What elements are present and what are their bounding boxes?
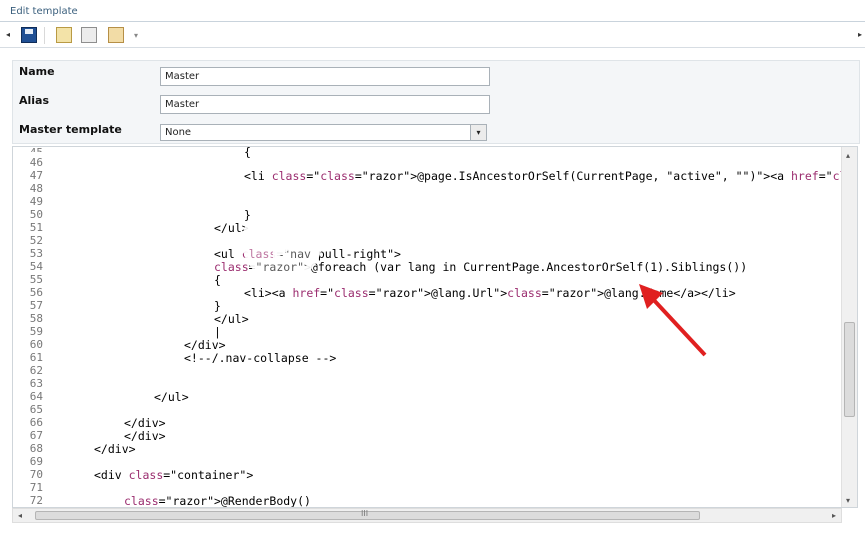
red-arrow-annotation-icon [639,284,707,357]
line-number: 47 [29,169,43,182]
line-number: 72 [29,494,43,507]
line-number: 65 [29,403,43,416]
line-number: 67 [29,429,43,442]
play-video-icon[interactable] [240,200,324,284]
line-number: 51 [29,221,43,234]
code-line: </div> [124,429,166,443]
insert-image-icon[interactable] [108,27,124,43]
master-template-label: Master template [19,123,122,136]
code-line: </ul> [154,390,189,404]
chevron-down-icon[interactable]: ▾ [470,125,486,140]
insert-macro-icon[interactable] [81,27,97,43]
name-label: Name [19,65,55,78]
line-number: 71 [29,481,43,494]
code-line: { [244,146,251,159]
line-number: 63 [29,377,43,390]
line-number: 52 [29,234,43,247]
line-number: 55 [29,273,43,286]
title-bar: Edit template [0,0,865,22]
horizontal-scrollbar[interactable]: ◂ III ▸ [12,508,842,523]
line-number: 53 [29,247,43,260]
line-number: 58 [29,312,43,325]
code-line: <div class="container"> [94,468,254,482]
toolbar-scroll-right-icon[interactable]: ▸ [858,30,862,39]
name-input[interactable] [160,67,490,86]
code-line: class="razor">@RenderBody() [124,494,311,508]
scroll-left-icon[interactable]: ◂ [18,511,22,520]
line-number: 56 [29,286,43,299]
toolbar-scroll-left-icon[interactable]: ◂ [6,30,10,39]
code-line: <li class="class="razor">@page.IsAncesto… [244,169,857,183]
line-number: 50 [29,208,43,221]
code-line: <!--/.nav-collapse --> [184,351,337,365]
code-line: { [214,273,221,287]
alias-label: Alias [19,94,50,107]
line-number: 54 [29,260,43,273]
template-properties: Name Alias Master template None ▾ [12,60,860,144]
code-line: </div> [184,338,226,352]
toolbar-divider [44,27,45,44]
line-number: 62 [29,364,43,377]
code-editor[interactable]: 45 46474849505152535455565758596061626364… [12,146,858,508]
code-line: | [214,325,221,339]
line-number: 48 [29,182,43,195]
save-icon[interactable] [21,27,37,43]
insert-field-icon[interactable] [56,27,72,43]
code-line: </div> [94,442,136,456]
code-line: </div> [124,416,166,430]
line-number: 60 [29,338,43,351]
vertical-scrollbar[interactable]: ▴ ▾ [841,147,857,507]
scroll-down-icon[interactable]: ▾ [846,496,850,505]
line-number: 64 [29,390,43,403]
code-line: </ul> [214,312,249,326]
line-number: 45 [13,147,43,152]
alias-input[interactable] [160,95,490,114]
window-title: Edit template [10,6,78,17]
line-number: 49 [29,195,43,208]
vertical-scroll-thumb[interactable] [844,322,855,417]
line-number: 61 [29,351,43,364]
code-line: } [214,299,221,313]
line-number: 70 [29,468,43,481]
scroll-up-icon[interactable]: ▴ [846,151,850,160]
line-number: 59 [29,325,43,338]
master-template-value: None [165,127,192,138]
line-number: 68 [29,442,43,455]
line-number: 46 [29,156,43,169]
line-number-gutter: 45 46474849505152535455565758596061626364… [13,147,57,507]
scroll-grip: III [361,509,369,518]
master-template-select[interactable]: None ▾ [160,124,487,141]
toolbar: ◂ ▾ ▸ [0,23,865,48]
line-number: 66 [29,416,43,429]
toolbar-dropdown-icon[interactable]: ▾ [134,31,138,40]
line-number: 69 [29,455,43,468]
line-number: 57 [29,299,43,312]
scroll-right-icon[interactable]: ▸ [832,511,836,520]
